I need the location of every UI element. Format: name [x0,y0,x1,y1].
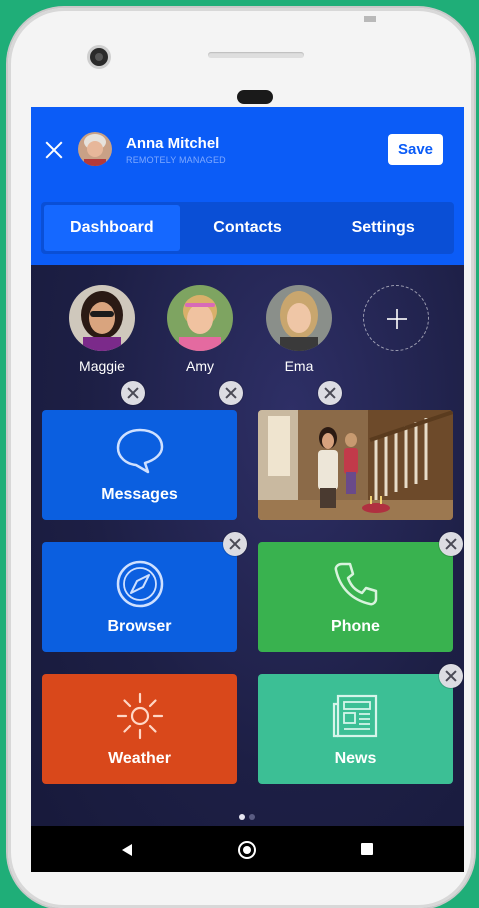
remove-tile-icon[interactable] [439,664,463,688]
avatar[interactable] [78,132,112,166]
tile-label: Phone [331,618,380,635]
header-bar: Anna Mitchel REMOTELY MANAGED Save Dashb… [31,107,464,265]
messages-tile[interactable]: Messages [42,410,237,520]
android-nav-bar [31,826,464,872]
recent-apps-icon[interactable] [361,843,373,855]
remove-tile-icon[interactable] [223,532,247,556]
tab-settings[interactable]: Settings [315,205,451,251]
contact-maggie[interactable]: Maggie [67,285,137,374]
earpiece-grille [208,52,304,58]
page-dot-active [239,814,245,820]
compass-icon [116,560,164,608]
contact-name: Amy [186,358,214,374]
remove-tile-icon[interactable] [439,532,463,556]
tile-label: News [334,750,377,767]
user-name: Anna Mitchel [126,135,220,152]
browser-tile[interactable]: Browser [42,542,237,652]
tile-label: Weather [108,750,171,767]
phone-tile[interactable]: Phone [258,542,453,652]
front-camera [90,48,108,66]
news-tile[interactable]: News [258,674,453,784]
remove-contact-icon[interactable] [318,381,342,405]
phone-icon [334,562,378,606]
contact-amy[interactable]: Amy [165,285,235,374]
contact-photo [266,285,332,351]
app-screen: Anna Mitchel REMOTELY MANAGED Save Dashb… [31,107,464,872]
contact-ema[interactable]: Ema [264,285,334,374]
page-indicator [239,807,259,825]
back-icon[interactable] [122,844,132,856]
contact-name: Maggie [79,358,125,374]
tab-bar: Dashboard Contacts Settings [41,202,454,254]
save-button[interactable]: Save [388,134,443,165]
page-dot [249,814,255,820]
home-icon[interactable] [238,841,256,859]
photo-tile[interactable] [258,410,453,520]
tile-label: Messages [101,486,178,503]
newspaper-icon [332,694,378,738]
add-contact-button[interactable] [363,285,429,351]
side-button [364,16,376,22]
tile-label: Browser [107,618,172,635]
sun-icon [116,692,164,740]
contact-photo [69,285,135,351]
close-icon[interactable] [43,139,65,161]
remove-contact-icon[interactable] [219,381,243,405]
user-status: REMOTELY MANAGED [126,155,226,165]
weather-tile[interactable]: Weather [42,674,237,784]
chat-bubble-icon [116,428,164,474]
contact-photo [167,285,233,351]
speaker [237,90,273,104]
tab-contacts[interactable]: Contacts [180,205,316,251]
tab-dashboard[interactable]: Dashboard [44,205,180,251]
contact-name: Ema [284,358,314,374]
remove-contact-icon[interactable] [121,381,145,405]
